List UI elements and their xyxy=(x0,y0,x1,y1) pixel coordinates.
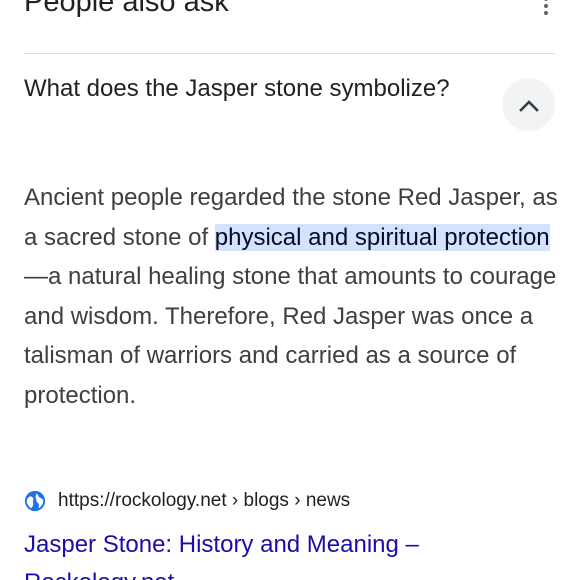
source-url: https://rockology.net › blogs › news xyxy=(58,490,351,511)
collapse-button[interactable] xyxy=(502,78,555,131)
answer-highlight: physical and spiritual protection xyxy=(214,223,550,251)
answer-snippet: Ancient people regarded the stone Red Ja… xyxy=(24,178,559,416)
paa-header-title: People also ask xyxy=(24,0,229,18)
chevron-up-icon xyxy=(518,99,539,112)
source-row[interactable]: https://rockology.net › blogs › news xyxy=(24,488,350,514)
result-title-link[interactable]: Jasper Stone: History and Meaning – xyxy=(24,527,419,563)
more-vert-dot xyxy=(544,11,548,15)
globe-icon xyxy=(24,490,46,512)
more-options-button[interactable] xyxy=(534,0,558,18)
more-vert-dot xyxy=(544,4,548,8)
answer-text-continued: —a natural healing stone that amounts to… xyxy=(24,263,557,409)
more-vert-icon xyxy=(544,0,548,1)
question-text[interactable]: What does the Jasper stone symbolize? xyxy=(24,73,464,105)
divider xyxy=(24,53,555,54)
result-title-link-continued[interactable]: Rockology.net xyxy=(24,565,174,580)
